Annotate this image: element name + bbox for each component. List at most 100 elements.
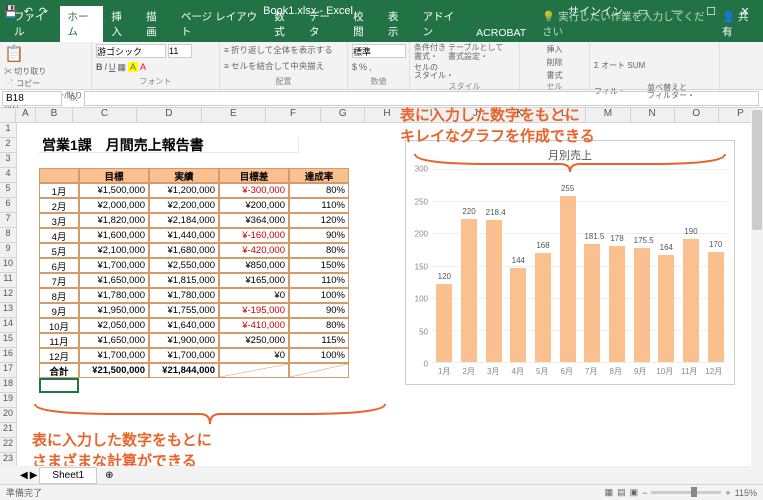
table-row-target[interactable]: ¥1,650,000 [79, 333, 149, 348]
table-row-actual[interactable]: ¥1,680,000 [149, 243, 219, 258]
table-total-target[interactable]: ¥21,500,000 [79, 363, 149, 378]
table-row-diff[interactable]: ¥200,000 [219, 198, 289, 213]
table-format-button[interactable]: テーブルとして 書式設定・ [448, 44, 503, 62]
paste-icon[interactable]: 📋 [4, 44, 24, 64]
table-row-actual[interactable]: ¥1,755,000 [149, 303, 219, 318]
tab-formulas[interactable]: 数式 [266, 6, 301, 42]
copy-button[interactable]: 📄 コピー [4, 78, 87, 89]
row-header[interactable]: 15 [0, 333, 17, 348]
number-format-select[interactable] [352, 44, 406, 58]
table-row-month[interactable]: 5月 [39, 243, 79, 258]
row-header[interactable]: 13 [0, 303, 17, 318]
view-normal-icon[interactable]: ▦ [605, 487, 614, 498]
table-row-diff[interactable]: ¥0 [219, 348, 289, 363]
table-row-rate[interactable]: 115% [289, 333, 349, 348]
autosum-button[interactable]: Σ オート SUM [594, 62, 645, 71]
table-row-diff[interactable]: ¥850,000 [219, 258, 289, 273]
table-total-diag[interactable] [219, 363, 289, 378]
fx-icon[interactable]: fx [64, 93, 84, 104]
table-row-diff[interactable]: ¥-195,000 [219, 303, 289, 318]
row-header[interactable]: 8 [0, 228, 17, 243]
cut-button[interactable]: ✂ 切り取り [4, 66, 87, 77]
table-row-target[interactable]: ¥1,950,000 [79, 303, 149, 318]
zoom-in-button[interactable]: + [725, 488, 730, 498]
currency-icon[interactable]: $ [352, 62, 357, 72]
table-row-month[interactable]: 1月 [39, 183, 79, 198]
row-header[interactable]: 9 [0, 243, 17, 258]
table-row-target[interactable]: ¥1,650,000 [79, 273, 149, 288]
row-header[interactable]: 20 [0, 408, 17, 423]
sheet-tab[interactable]: Sheet1 [39, 467, 97, 484]
row-header[interactable]: 5 [0, 183, 17, 198]
table-row-target[interactable]: ¥2,050,000 [79, 318, 149, 333]
underline-button[interactable]: U [109, 62, 116, 72]
row-header[interactable]: 10 [0, 258, 17, 273]
column-header[interactable]: D [137, 108, 201, 123]
column-header[interactable]: J [454, 108, 498, 123]
table-row-rate[interactable]: 90% [289, 228, 349, 243]
font-size-select[interactable] [168, 44, 192, 58]
table-row-month[interactable]: 9月 [39, 303, 79, 318]
column-header[interactable]: A [16, 108, 36, 123]
table-row-actual[interactable]: ¥1,900,000 [149, 333, 219, 348]
share-button[interactable]: 👤 共有 [714, 6, 763, 42]
table-row-rate[interactable]: 80% [289, 183, 349, 198]
table-row-target[interactable]: ¥1,700,000 [79, 258, 149, 273]
table-row-actual[interactable]: ¥1,780,000 [149, 288, 219, 303]
column-header[interactable]: B [36, 108, 73, 123]
column-header[interactable]: E [202, 108, 266, 123]
font-color-button[interactable]: A [140, 62, 146, 72]
table-row-month[interactable]: 2月 [39, 198, 79, 213]
table-total-label[interactable]: 合計 [39, 363, 79, 378]
table-row-month[interactable]: 12月 [39, 348, 79, 363]
row-header[interactable]: 11 [0, 273, 17, 288]
column-header[interactable]: K [498, 108, 542, 123]
report-title[interactable]: 営業1課 月間売上報告書 [39, 138, 299, 153]
table-row-rate[interactable]: 150% [289, 258, 349, 273]
merge-center-button[interactable]: セルを結合して中央揃え [231, 60, 324, 72]
view-layout-icon[interactable]: ▤ [617, 487, 626, 498]
align-top-icon[interactable]: ≡ [224, 45, 229, 55]
table-row-month[interactable]: 11月 [39, 333, 79, 348]
row-header[interactable]: 21 [0, 423, 17, 438]
column-header[interactable]: H [365, 108, 409, 123]
zoom-out-button[interactable]: − [642, 488, 647, 498]
table-row-actual[interactable]: ¥1,815,000 [149, 273, 219, 288]
table-row-month[interactable]: 10月 [39, 318, 79, 333]
table-row-actual[interactable]: ¥1,200,000 [149, 183, 219, 198]
wrap-text-button[interactable]: 折り返して全体を表示する [231, 44, 333, 56]
row-header[interactable]: 2 [0, 138, 17, 153]
active-cell[interactable] [39, 378, 79, 393]
tab-data[interactable]: データ [301, 6, 345, 42]
name-box[interactable] [2, 91, 62, 106]
table-row-diff[interactable]: ¥-410,000 [219, 318, 289, 333]
tell-me[interactable]: 💡 実行したい作業を入力してください [534, 6, 714, 42]
row-header[interactable]: 6 [0, 198, 17, 213]
table-row-diff[interactable]: ¥364,000 [219, 213, 289, 228]
table-row-target[interactable]: ¥1,780,000 [79, 288, 149, 303]
row-header[interactable]: 22 [0, 438, 17, 453]
zoom-level[interactable]: 115% [735, 488, 757, 498]
row-header[interactable]: 3 [0, 153, 17, 168]
tab-review[interactable]: 校閲 [345, 6, 380, 42]
table-row-rate[interactable]: 110% [289, 198, 349, 213]
column-header[interactable]: N [631, 108, 675, 123]
sheet-nav-next-icon[interactable]: ▶ [30, 470, 38, 481]
table-total-diag[interactable] [289, 363, 349, 378]
table-row-actual[interactable]: ¥1,440,000 [149, 228, 219, 243]
table-row-actual[interactable]: ¥2,550,000 [149, 258, 219, 273]
row-header[interactable]: 18 [0, 378, 17, 393]
scrollbar-thumb[interactable] [752, 110, 762, 230]
percent-icon[interactable]: % [359, 62, 367, 72]
row-header[interactable]: 14 [0, 318, 17, 333]
vertical-scrollbar[interactable] [751, 108, 763, 466]
table-row-diff[interactable]: ¥-160,000 [219, 228, 289, 243]
table-total-actual[interactable]: ¥21,844,000 [149, 363, 219, 378]
table-row-target[interactable]: ¥1,600,000 [79, 228, 149, 243]
row-header[interactable]: 7 [0, 213, 17, 228]
delete-cells-button[interactable]: 削除 [547, 57, 563, 68]
new-sheet-button[interactable]: ⊕ [99, 470, 119, 481]
row-header[interactable]: 17 [0, 363, 17, 378]
table-row-actual[interactable]: ¥1,640,000 [149, 318, 219, 333]
tab-pagelayout[interactable]: ページ レイアウト [173, 6, 266, 42]
